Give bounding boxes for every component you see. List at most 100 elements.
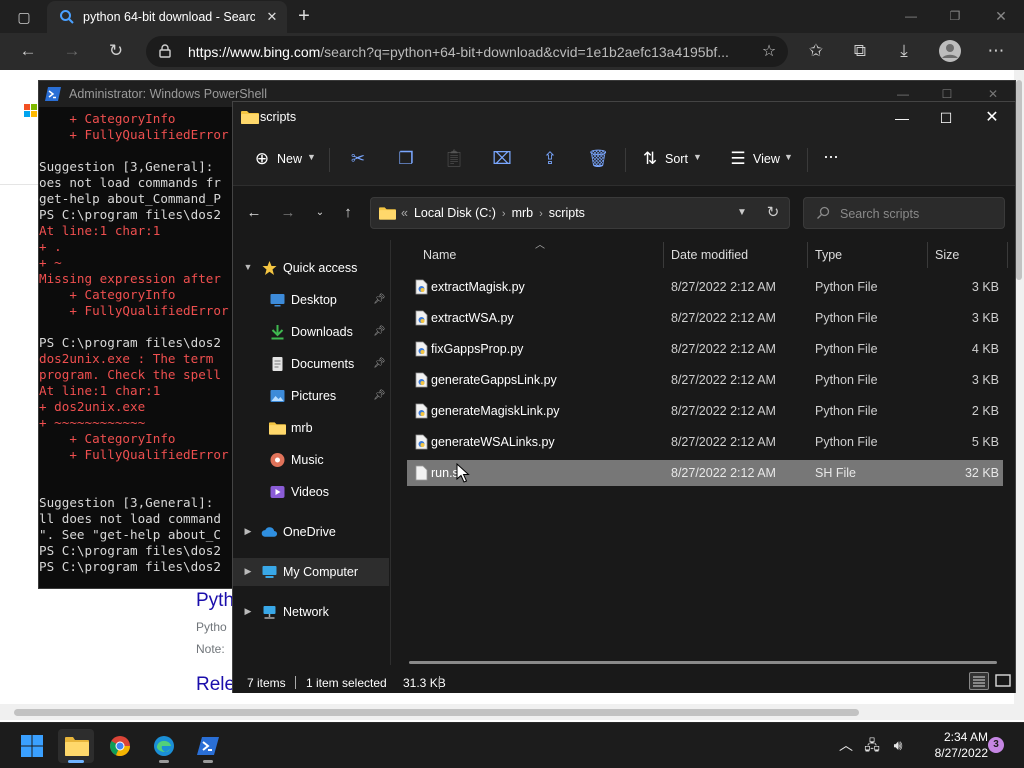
forward-button[interactable]: → [277, 202, 299, 224]
column-divider[interactable] [807, 242, 808, 268]
taskbar-chrome[interactable] [102, 729, 138, 763]
nav-item-mrb[interactable]: mrb [233, 414, 389, 442]
nav-item-quick-access[interactable]: ▼ Quick access [233, 254, 389, 282]
network-status-icon[interactable]: 🖧︎ [862, 735, 882, 755]
page-horizontal-scrollbar[interactable] [0, 704, 1024, 720]
nav-item-documents[interactable]: Documents 📌︎ [233, 350, 389, 378]
tab-close-icon[interactable]: ✕ [263, 8, 281, 26]
address-dropdown-icon[interactable]: ▼ [733, 204, 751, 222]
explorer-titlebar[interactable]: scripts — ☐ ✕ [233, 102, 1015, 134]
file-row[interactable]: run.s 8/27/2022 2:12 AM SH File 32 KB [407, 460, 1003, 486]
breadcrumb-item[interactable]: Local Disk (C:) [414, 206, 496, 220]
up-button[interactable]: ↑ [337, 202, 359, 224]
file-explorer-window[interactable]: scripts — ☐ ✕ ⊕ New ▼ ✂ ❐ 📋︎ ⌧ ⇪ 🗑︎ ⇅ So… [232, 101, 1016, 693]
paste-icon[interactable]: 📋︎ [443, 148, 465, 170]
file-row[interactable]: generateWSALinks.py 8/27/2022 2:12 AM Pyth… [407, 429, 1003, 455]
pin-icon[interactable]: 📌︎ [373, 358, 386, 370]
search-input[interactable] [840, 204, 998, 224]
column-header-name[interactable]: Name [423, 248, 456, 262]
share-icon[interactable]: ⇪ [539, 148, 561, 170]
chevron-right-icon[interactable]: ▶ [243, 606, 253, 618]
scrollbar-thumb[interactable] [14, 709, 859, 716]
refresh-icon[interactable]: ↻ [763, 203, 783, 223]
file-row[interactable]: fixGappsProp.py 8/27/2022 2:12 AM Python F… [407, 336, 1003, 362]
new-tab-button[interactable]: + [292, 5, 316, 29]
copy-icon[interactable]: ❐ [395, 148, 417, 170]
rename-icon[interactable]: ⌧ [491, 148, 513, 170]
add-favorite-icon[interactable]: ☆ [758, 41, 780, 63]
breadcrumb-item[interactable]: scripts [549, 206, 585, 220]
show-hidden-icons-chevron-up-icon[interactable]: ︿ [836, 735, 856, 755]
back-button[interactable]: ← [14, 38, 42, 64]
taskbar-edge[interactable] [146, 729, 182, 763]
tab-actions-icon[interactable]: ▢ [10, 6, 38, 28]
explorer-close-button[interactable]: ✕ [979, 106, 1005, 130]
delete-icon[interactable]: 🗑︎ [587, 148, 609, 170]
start-button[interactable] [14, 729, 50, 763]
chevron-down-icon[interactable]: ▼ [243, 262, 253, 274]
explorer-maximize-button[interactable]: ☐ [933, 106, 959, 130]
notification-badge[interactable]: 3 [988, 737, 1004, 753]
explorer-search-box[interactable] [803, 197, 1005, 229]
downloads-icon[interactable]: ⤓ [890, 38, 918, 64]
volume-icon[interactable]: 🔊︎ [888, 735, 908, 755]
file-row[interactable]: generateGappsLink.py 8/27/2022 2:12 AM Pyt… [407, 367, 1003, 393]
column-divider[interactable] [927, 242, 928, 268]
nav-item-desktop[interactable]: Desktop 📌︎ [233, 286, 389, 314]
browser-minimize-button[interactable]: — [896, 4, 926, 28]
nav-item-pictures[interactable]: Pictures 📌︎ [233, 382, 389, 410]
sort-button[interactable]: Sort [665, 152, 688, 166]
nav-item-videos[interactable]: Videos [233, 478, 389, 506]
file-row[interactable]: extractMagisk.py 8/27/2022 2:12 AM Python … [407, 274, 1003, 300]
scrollbar-thumb[interactable] [1016, 80, 1022, 280]
clock-date[interactable]: 8/27/2022 [916, 746, 988, 760]
file-list-horizontal-scrollbar[interactable] [409, 661, 997, 664]
search-result-title[interactable]: Pyth [196, 590, 234, 612]
explorer-address-bar[interactable]: « Local Disk (C:) › mrb › scripts ▼ ↻ [370, 197, 790, 229]
refresh-button[interactable]: ↻ [102, 38, 130, 64]
explorer-minimize-button[interactable]: — [889, 106, 915, 130]
favorites-icon[interactable]: ✩ [802, 38, 830, 64]
column-divider[interactable] [663, 242, 664, 268]
nav-item-onedrive[interactable]: ▶ OneDrive [233, 518, 389, 546]
search-result-title-2[interactable]: Rele [196, 674, 235, 696]
sort-icon[interactable]: ⇅ [639, 148, 661, 170]
taskbar-powershell[interactable] [190, 729, 226, 763]
column-header-date[interactable]: Date modified [671, 248, 748, 262]
chevron-right-icon[interactable]: ▶ [243, 566, 253, 578]
browser-restore-button[interactable]: ❐ [940, 4, 970, 28]
profile-avatar[interactable] [936, 38, 964, 64]
file-row[interactable]: extractWSA.py 8/27/2022 2:12 AM Python Fil… [407, 305, 1003, 331]
pin-icon[interactable]: 📌︎ [373, 326, 386, 338]
column-divider[interactable] [1007, 242, 1008, 268]
clock-time[interactable]: 2:34 AM [916, 730, 988, 744]
tiles-view-button[interactable] [993, 672, 1013, 690]
chevron-right-icon[interactable]: ▶ [243, 526, 253, 538]
nav-item-downloads[interactable]: Downloads 📌︎ [233, 318, 389, 346]
nav-item-my-computer[interactable]: ▶ My Computer [233, 558, 389, 586]
cut-icon[interactable]: ✂ [347, 148, 369, 170]
settings-more-icon[interactable]: ⋯ [982, 38, 1010, 64]
nav-item-network[interactable]: ▶ Network [233, 598, 389, 626]
column-header-type[interactable]: Type [815, 248, 842, 262]
back-button[interactable]: ← [243, 202, 265, 224]
taskbar-file-explorer[interactable] [58, 729, 94, 763]
browser-close-button[interactable]: ✕ [986, 4, 1016, 28]
address-bar[interactable]: https://www.bing.com/search?q=python+64-… [146, 36, 788, 67]
details-view-button[interactable] [969, 672, 989, 690]
breadcrumb-overflow[interactable]: « [401, 206, 408, 220]
collections-icon[interactable]: ⧉ [846, 38, 874, 64]
nav-item-music[interactable]: Music [233, 446, 389, 474]
powershell-console[interactable]: + CategoryInfo + FullyQualifiedError Sugg… [39, 111, 233, 589]
new-icon[interactable]: ⊕ [251, 148, 273, 170]
forward-button[interactable]: → [58, 38, 86, 64]
pin-icon[interactable]: 📌︎ [373, 294, 386, 306]
view-icon[interactable]: ☰ [727, 148, 749, 170]
recent-locations-chevron-icon[interactable]: ⌄ [309, 202, 331, 224]
pin-icon[interactable]: 📌︎ [373, 390, 386, 402]
more-options-button[interactable]: ··· [823, 146, 839, 167]
breadcrumb-item[interactable]: mrb [512, 206, 534, 220]
new-button[interactable]: New [277, 152, 302, 166]
browser-tab[interactable]: python 64-bit download - Search ✕ [47, 1, 287, 33]
column-header-size[interactable]: Size [935, 248, 959, 262]
